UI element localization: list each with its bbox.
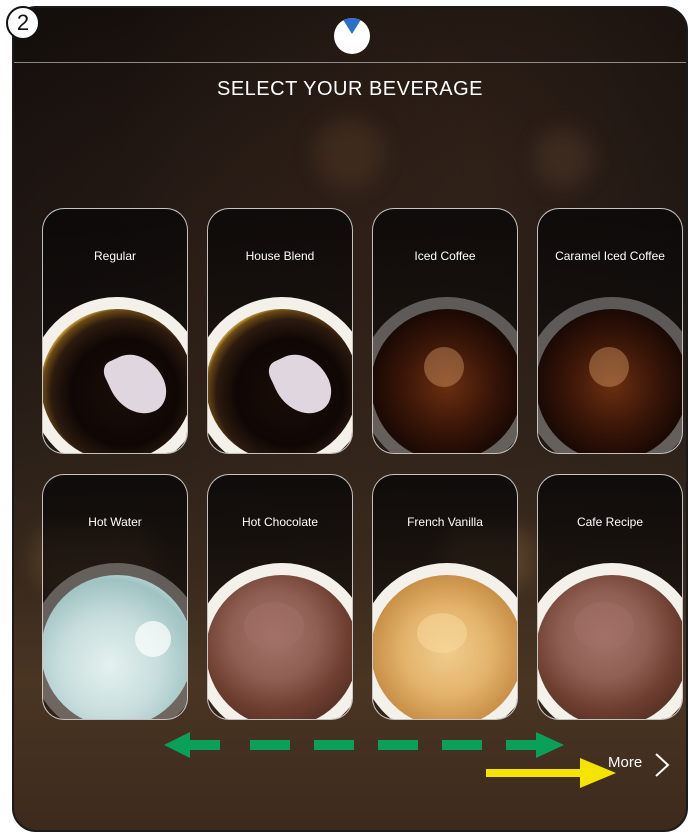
logo-icon — [334, 18, 370, 54]
kiosk-screen: SELECT YOUR BEVERAGE Regular House Blend I… — [12, 6, 688, 832]
beverage-image — [538, 297, 682, 453]
top-bar — [14, 8, 686, 63]
beverage-label: Cafe Recipe — [576, 515, 644, 529]
beverage-image — [538, 563, 682, 719]
beverage-tile[interactable]: French Vanilla — [372, 474, 518, 720]
beverage-tile[interactable]: Caramel Iced Coffee — [537, 208, 683, 454]
beverage-image — [373, 297, 517, 453]
beverage-tile[interactable]: Cafe Recipe — [537, 474, 683, 720]
beverage-label: Hot Water — [88, 515, 142, 529]
beverage-image — [43, 563, 187, 719]
step-badge: 2 — [6, 6, 40, 40]
beverage-label: Iced Coffee — [414, 249, 476, 263]
beverage-tile[interactable]: House Blend — [207, 208, 353, 454]
beverage-label: French Vanilla — [407, 515, 483, 529]
beverage-label: Caramel Iced Coffee — [555, 249, 665, 263]
beverage-image — [208, 297, 352, 453]
pointer-arrow-icon — [486, 758, 616, 788]
swipe-double-arrow-icon — [164, 732, 564, 758]
more-button[interactable]: More — [608, 754, 642, 771]
beverage-label: Regular — [93, 249, 137, 263]
beverage-image — [43, 297, 187, 453]
beverage-image — [373, 563, 517, 719]
beverage-tile[interactable]: Hot Chocolate — [207, 474, 353, 720]
beverage-image — [208, 563, 352, 719]
chevron-right-icon[interactable] — [654, 752, 670, 778]
beverage-tile[interactable]: Regular — [42, 208, 188, 454]
beverage-tile[interactable]: Hot Water — [42, 474, 188, 720]
page-title: SELECT YOUR BEVERAGE — [216, 78, 483, 100]
beverage-label: Hot Chocolate — [241, 515, 319, 529]
beverage-label: House Blend — [245, 249, 315, 263]
beverage-tile[interactable]: Iced Coffee — [372, 208, 518, 454]
